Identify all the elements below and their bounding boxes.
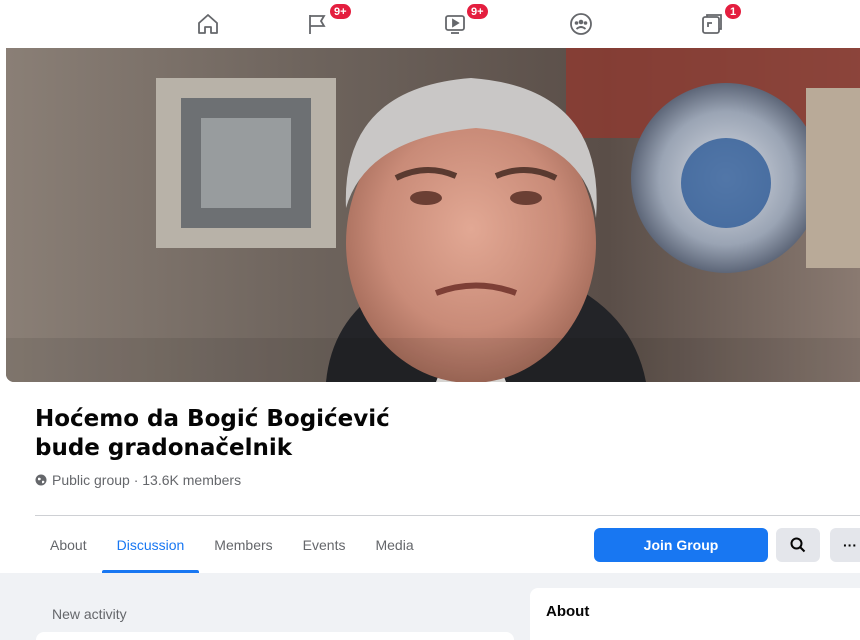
globe-icon [35,474,47,486]
flag-icon [309,15,326,34]
group-title[interactable]: Hoćemo da Bogić Bogićević bude gradonače… [35,405,455,463]
feed-card [36,632,514,640]
search-button[interactable] [776,528,820,562]
cover-photo-image [6,48,860,382]
nav-home[interactable] [163,0,253,48]
nav-groups[interactable] [536,0,626,48]
group-meta: Public group · 13.6K members [35,472,241,488]
groups-icon [570,13,592,35]
tab-media[interactable]: Media [360,517,428,573]
tab-events[interactable]: Events [288,517,361,573]
more-icon: ··· [843,537,857,553]
search-icon [790,537,806,553]
watch-icon [445,15,465,34]
group-privacy-members[interactable]: Public group · 13.6K members [52,472,241,488]
watch-badge: 9+ [465,2,490,21]
group-cover-photo[interactable] [6,48,860,382]
notifications-badge: 1 [723,2,743,21]
tab-members[interactable]: Members [199,517,287,573]
nav-gaming[interactable]: 1 [667,0,757,48]
header-divider [35,515,860,516]
more-options-button[interactable]: ··· [830,528,860,562]
new-activity-label: New activity [52,606,127,622]
tab-discussion[interactable]: Discussion [101,517,200,573]
join-group-button[interactable]: Join Group [594,528,768,562]
nav-pages[interactable]: 9+ [272,0,362,48]
group-tabs: About Discussion Members Events Media [35,517,429,573]
gaming-icon [702,14,722,34]
about-panel-title: About [546,603,590,620]
pages-badge: 9+ [328,2,353,21]
tab-about[interactable]: About [35,517,102,573]
top-navigation: 9+ 9+ 1 [0,0,860,48]
nav-watch[interactable]: 9+ [410,0,500,48]
home-icon [198,14,218,34]
